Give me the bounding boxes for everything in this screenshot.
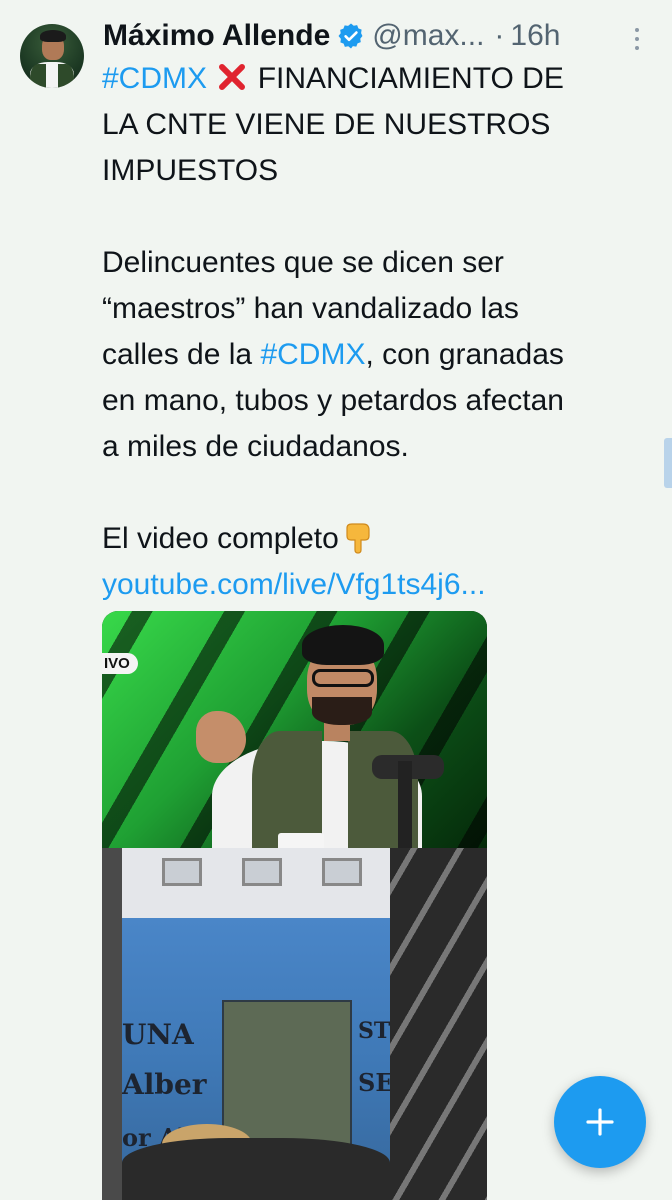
tweet-text-segment: El video completo	[102, 522, 339, 555]
video-link[interactable]: youtube.com/live/Vfg1ts4j6...	[102, 562, 652, 608]
crowd	[122, 1138, 390, 1200]
compose-button[interactable]	[554, 1076, 646, 1168]
more-dot	[635, 28, 639, 32]
graffiti-text: UNA	[122, 1018, 194, 1051]
tweet[interactable]: Máximo Allende @max... · 16h #CDMX FINAN…	[0, 0, 672, 1200]
more-dot	[635, 46, 639, 50]
studio-scene: IVO	[102, 611, 487, 861]
graffiti-text: SE	[358, 1068, 394, 1097]
scroll-indicator[interactable]	[664, 438, 672, 488]
tweet-timestamp[interactable]: 16h	[510, 19, 560, 53]
host-glasses	[312, 669, 374, 687]
tweet-text-segment: calles de la	[102, 338, 253, 371]
verified-badge-icon	[338, 23, 364, 49]
pointing-down-emoji-icon	[343, 522, 373, 554]
more-dot	[635, 37, 639, 41]
hashtag-cdmx[interactable]: #CDMX	[102, 62, 207, 95]
author-handle[interactable]: @max...	[372, 19, 484, 53]
tweet-line-2: LA CNTE VIENE DE NUESTROS	[102, 108, 551, 141]
tweet-line-7: en mano, tubos y petardos afectan	[102, 384, 564, 417]
tweet-text-segment: , con granadas	[365, 338, 564, 371]
tweet-line-3: IMPUESTOS	[102, 154, 279, 187]
host-beard	[312, 697, 372, 725]
video-edge-right	[390, 848, 487, 1200]
video-thumbnail[interactable]: IVO UNA Alber or Alum	[102, 611, 487, 1200]
avatar-vest-right	[58, 64, 74, 88]
building-window	[242, 858, 282, 886]
building	[122, 848, 390, 928]
author-avatar[interactable]	[20, 24, 84, 88]
cross-mark-emoji-icon	[217, 60, 247, 90]
tweet-text-segment: FINANCIAMIENTO DE	[257, 62, 564, 95]
channel-logo: IVO	[102, 653, 138, 674]
street-scene: UNA Alber or Alum STE SE	[102, 848, 487, 1200]
author-name[interactable]: Máximo Allende	[103, 19, 330, 53]
building-window	[322, 858, 362, 886]
header-separator: ·	[494, 19, 505, 52]
graffiti-text: Alber	[122, 1068, 207, 1101]
more-options-icon[interactable]	[632, 28, 642, 50]
tweet-line-4: Delincuentes que se dicen ser	[102, 246, 504, 279]
avatar-vest-left	[30, 64, 46, 88]
tweet-line-9: El video completo	[102, 516, 652, 562]
tweet-line-5: “maestros” han vandalizado las	[102, 292, 519, 325]
video-edge-left	[102, 848, 122, 1200]
host-hand	[196, 711, 246, 763]
tweet-header: Máximo Allende @max... · 16h	[103, 16, 658, 56]
avatar-hair	[40, 30, 66, 42]
tweet-line-8: a miles de ciudadanos.	[102, 430, 409, 463]
mug	[278, 833, 324, 848]
plus-icon	[586, 1108, 614, 1136]
hashtag-cdmx[interactable]: #CDMX	[260, 338, 365, 371]
host-hair	[302, 625, 384, 665]
microphone-stand	[398, 761, 412, 848]
tweet-line-1: #CDMX FINANCIAMIENTO DE	[102, 56, 652, 102]
tweet-line-6: calles de la #CDMX, con granadas	[102, 332, 652, 378]
tweet-text: #CDMX FINANCIAMIENTO DE LA CNTE VIENE DE…	[102, 56, 652, 608]
building-window	[162, 858, 202, 886]
